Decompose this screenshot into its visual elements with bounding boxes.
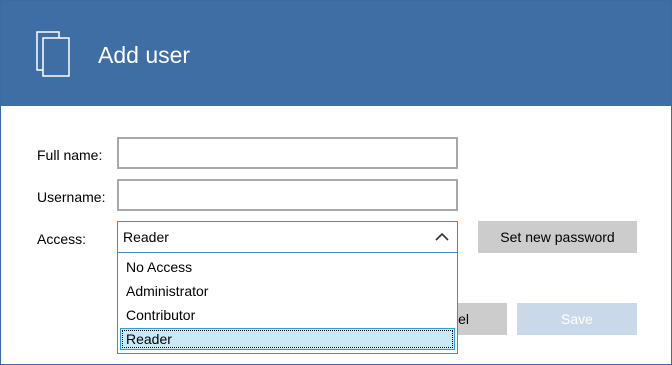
access-dropdown-list: No Access Administrator Contributor Read… [117, 253, 458, 354]
cancel-button-label: el [458, 311, 469, 327]
dialog-header: Add user [1, 1, 671, 106]
access-selected-value: Reader [123, 229, 169, 245]
set-new-password-button[interactable]: Set new password [478, 221, 637, 253]
access-label: Access: [37, 231, 87, 247]
access-option-contributor[interactable]: Contributor [120, 304, 455, 326]
full-name-label: Full name: [37, 147, 103, 163]
documents-icon [36, 31, 70, 77]
username-input[interactable] [117, 179, 458, 211]
dialog-title: Add user [98, 42, 191, 68]
full-name-input[interactable] [117, 137, 458, 169]
chevron-up-icon[interactable] [435, 232, 449, 242]
save-button[interactable]: Save [517, 303, 637, 335]
username-label: Username: [37, 189, 106, 205]
add-user-dialog: Add user Full name: Username: Access: Re… [0, 0, 672, 365]
access-select[interactable]: Reader [117, 221, 458, 253]
access-option-administrator[interactable]: Administrator [120, 280, 455, 302]
access-option-no-access[interactable]: No Access [120, 256, 455, 278]
access-option-reader[interactable]: Reader [120, 328, 455, 350]
